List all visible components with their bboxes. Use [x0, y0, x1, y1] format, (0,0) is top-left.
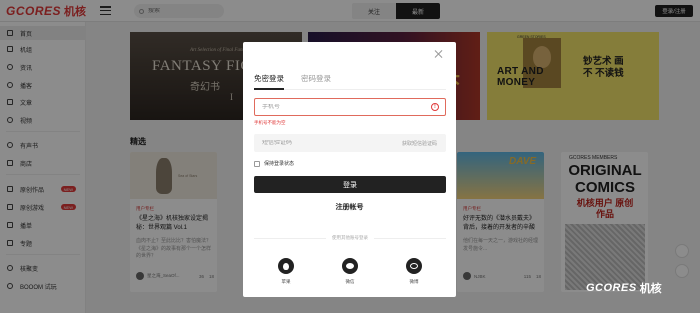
wechat-icon[interactable] — [342, 258, 358, 274]
wechat-login[interactable]: 微信 — [335, 258, 365, 285]
phone-input[interactable] — [262, 104, 392, 110]
warning-icon: ! — [431, 103, 439, 111]
apple-label: 苹果 — [281, 279, 291, 284]
remember-login[interactable]: 保持登录状态 — [254, 160, 294, 167]
watermark-cn: 机核 — [639, 283, 662, 295]
register-link[interactable]: 注册帐号 — [243, 202, 456, 212]
watermark-logo: GCORES — [586, 282, 637, 294]
other-login-divider: 使用其他账号登录 — [254, 234, 446, 242]
weibo-label: 微博 — [409, 279, 419, 284]
tab-password-login[interactable]: 密码登录 — [301, 73, 331, 84]
active-tab-indicator — [254, 88, 284, 90]
other-login-text: 使用其他账号登录 — [332, 235, 368, 240]
remember-checkbox[interactable] — [254, 160, 260, 167]
login-button[interactable]: 登录 — [254, 176, 446, 193]
tab-sms-login[interactable]: 免密登录 — [254, 73, 284, 84]
remember-label: 保持登录状态 — [264, 161, 295, 167]
sms-code-input[interactable] — [262, 140, 392, 146]
apple-icon[interactable] — [278, 258, 294, 274]
wechat-label: 微信 — [345, 279, 355, 284]
close-icon[interactable] — [434, 49, 444, 59]
watermark: GCORES 机核 — [586, 280, 662, 296]
phone-field[interactable]: ! — [254, 98, 446, 116]
login-modal: 免密登录 密码登录 ! 手机号不能为空 获取短信验证码 保持登录状态 登录 注册… — [243, 42, 456, 297]
weibo-login[interactable]: 微博 — [399, 258, 429, 285]
get-code-button[interactable]: 获取短信验证码 — [402, 140, 437, 147]
apple-login[interactable]: 苹果 — [271, 258, 301, 285]
code-field[interactable]: 获取短信验证码 — [254, 134, 446, 152]
phone-error-message: 手机号不能为空 — [254, 120, 286, 125]
weibo-icon[interactable] — [406, 258, 422, 274]
